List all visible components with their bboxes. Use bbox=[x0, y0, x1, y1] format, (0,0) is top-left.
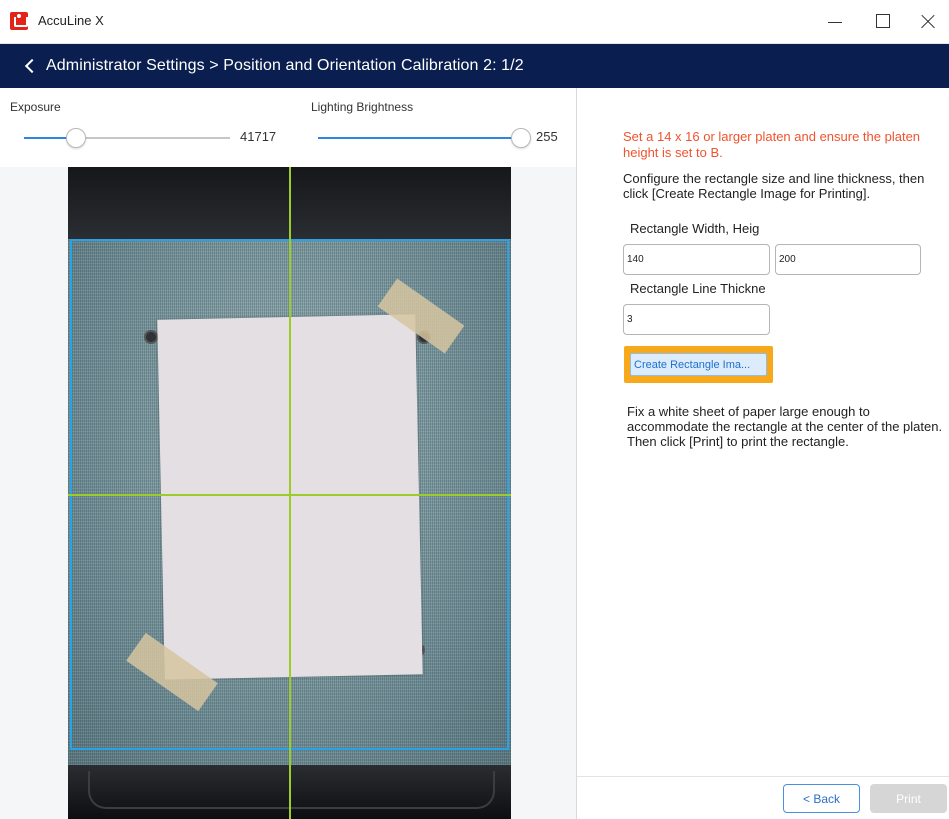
rectangle-width-input[interactable] bbox=[623, 244, 770, 275]
back-chevron-icon[interactable] bbox=[22, 57, 40, 75]
exposure-slider-thumb[interactable] bbox=[65, 128, 86, 148]
acculine-logo-icon bbox=[10, 12, 28, 30]
app-title: AccuLine X bbox=[38, 13, 104, 28]
exposure-value: 41717 bbox=[240, 129, 277, 144]
minimize-icon[interactable] bbox=[812, 0, 858, 44]
print-button[interactable]: Print bbox=[870, 784, 947, 813]
camera-preview bbox=[68, 167, 511, 819]
close-icon[interactable] bbox=[905, 0, 949, 44]
brightness-label: Lighting Brightness bbox=[311, 100, 414, 114]
exposure-slider[interactable] bbox=[24, 137, 230, 139]
maximize-icon[interactable] bbox=[859, 0, 905, 44]
title-bar: AccuLine X bbox=[0, 0, 949, 44]
exposure-label: Exposure bbox=[10, 100, 61, 114]
vertical-guide-line bbox=[289, 167, 291, 819]
horizontal-guide-line bbox=[68, 494, 511, 496]
create-button-highlight: Create Rectangle Ima... bbox=[624, 346, 773, 383]
brightness-value: 255 bbox=[536, 129, 558, 144]
platen-warning: Set a 14 x 16 or larger platen and ensur… bbox=[623, 129, 921, 160]
back-button[interactable]: < Back bbox=[783, 784, 860, 813]
camera-controls: Exposure 41717 Lighting Brightness 255 bbox=[0, 88, 576, 167]
brightness-slider[interactable] bbox=[318, 137, 521, 139]
create-rectangle-image-button[interactable]: Create Rectangle Ima... bbox=[630, 353, 767, 376]
nav-header: Administrator Settings > Position and Or… bbox=[0, 44, 949, 88]
fix-paper-instructions: Fix a white sheet of paper large enough … bbox=[627, 404, 943, 449]
rectangle-height-input[interactable] bbox=[775, 244, 921, 275]
rectangle-size-label: Rectangle Width, Heig bbox=[630, 221, 760, 236]
settings-pane: Set a 14 x 16 or larger platen and ensur… bbox=[577, 88, 949, 819]
camera-pane: Exposure 41717 Lighting Brightness 255 bbox=[0, 88, 576, 819]
line-thickness-label: Rectangle Line Thickne bbox=[630, 281, 766, 296]
footer-divider bbox=[577, 776, 949, 777]
line-thickness-input[interactable] bbox=[623, 304, 770, 335]
configure-instructions: Configure the rectangle size and line th… bbox=[623, 171, 925, 201]
brightness-slider-fill bbox=[318, 137, 521, 139]
brightness-slider-thumb[interactable] bbox=[511, 128, 531, 148]
page-title: Administrator Settings > Position and Or… bbox=[46, 57, 524, 74]
